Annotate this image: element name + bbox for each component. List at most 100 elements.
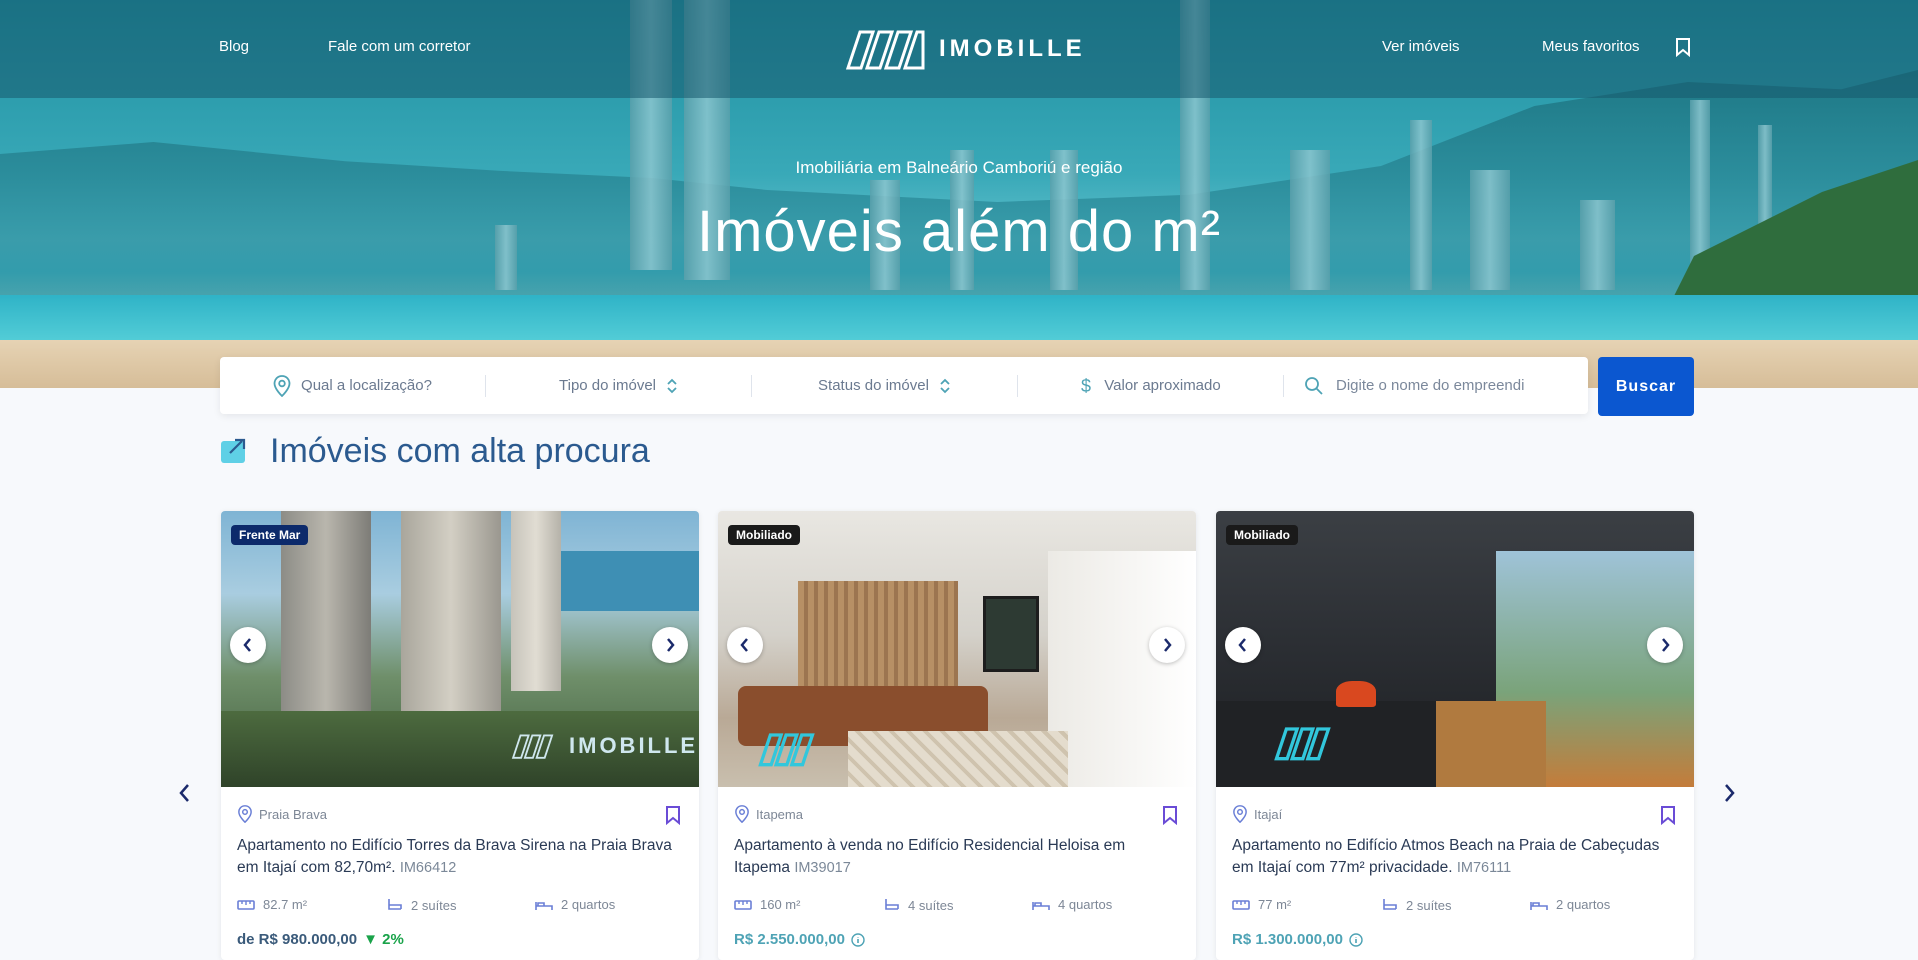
bathtub-icon bbox=[1383, 899, 1397, 910]
property-status-label: Status do imóvel bbox=[818, 377, 929, 394]
watermark: IMOBILLE bbox=[511, 733, 698, 759]
search-bar: Qual a localização? Tipo do imóvel Statu… bbox=[220, 357, 1588, 414]
trending-up-icon bbox=[221, 438, 246, 463]
approximate-value-label: Valor aproximado bbox=[1104, 377, 1221, 394]
development-name-input[interactable] bbox=[1334, 376, 1538, 395]
wood-counter bbox=[1436, 701, 1546, 787]
photo-prev-button[interactable] bbox=[727, 627, 763, 663]
hero-banner: Blog Fale com um corretor IMOBILLE Ver i… bbox=[0, 0, 1918, 388]
property-card[interactable]: Frente Mar IMOBILLE Praia Brava Apartame… bbox=[221, 511, 699, 960]
logo-text: IMOBILLE bbox=[939, 35, 1086, 62]
location-text: Praia Brava bbox=[259, 806, 327, 822]
sea bbox=[561, 551, 699, 611]
property-price: R$ 2.550.000,00 bbox=[734, 931, 865, 948]
chevron-right-icon bbox=[667, 638, 675, 652]
dollar-icon: $ bbox=[1081, 376, 1091, 396]
chevron-left-icon bbox=[243, 638, 251, 652]
chevron-right-icon[interactable] bbox=[1722, 778, 1738, 808]
location-pin-icon bbox=[273, 374, 291, 397]
property-title-text: Apartamento à venda no Edifício Residenc… bbox=[734, 837, 1126, 876]
chevron-left-icon bbox=[1238, 638, 1246, 652]
info-icon[interactable] bbox=[851, 932, 865, 947]
nav-blog[interactable]: Blog bbox=[219, 38, 249, 55]
property-title[interactable]: Apartamento no Edifício Atmos Beach na P… bbox=[1232, 835, 1672, 879]
property-photo[interactable]: Mobiliado bbox=[1216, 511, 1694, 787]
building bbox=[401, 511, 501, 741]
rooms-feature: 4 quartos bbox=[1032, 897, 1112, 912]
property-location: Itapema bbox=[734, 805, 803, 823]
search-icon bbox=[1305, 376, 1323, 395]
location-field[interactable]: Qual a localização? bbox=[220, 357, 485, 414]
property-code: IM66412 bbox=[399, 860, 457, 876]
shelf-wall bbox=[1048, 551, 1196, 787]
rooms-feature: 2 quartos bbox=[535, 897, 615, 912]
area-icon bbox=[1232, 899, 1250, 910]
rug bbox=[848, 731, 1068, 787]
suites-value: 2 suítes bbox=[1406, 897, 1452, 913]
bookmark-icon[interactable] bbox=[1660, 805, 1676, 825]
hero-title: Imóveis além do m² bbox=[696, 199, 1222, 264]
rooms-value: 2 quartos bbox=[561, 897, 616, 912]
property-code: IM39017 bbox=[794, 860, 851, 876]
chevron-left-icon bbox=[740, 638, 748, 652]
property-status-select[interactable]: Status do imóvel bbox=[752, 357, 1017, 414]
rooms-feature: 2 quartos bbox=[1530, 897, 1610, 912]
photo-next-button[interactable] bbox=[1647, 627, 1683, 663]
sort-icon bbox=[667, 378, 677, 393]
bookmark-icon[interactable] bbox=[1162, 805, 1178, 825]
area-value: 160 m² bbox=[760, 897, 801, 912]
area-icon bbox=[237, 899, 255, 910]
logo-mark-icon bbox=[758, 733, 815, 767]
suites-value: 2 suítes bbox=[411, 897, 457, 913]
property-card[interactable]: Mobiliado Itajaí Apartamento no Edifício… bbox=[1216, 511, 1694, 960]
hero-subtitle: Imobiliária em Balneário Camboriú e regi… bbox=[795, 158, 1123, 177]
property-type-label: Tipo do imóvel bbox=[559, 377, 656, 394]
location-text: Itajaí bbox=[1254, 806, 1283, 822]
property-photo[interactable]: Mobiliado bbox=[718, 511, 1196, 787]
property-price: de R$ 980.000,00 ▼ 2% bbox=[237, 931, 404, 948]
photo-prev-button[interactable] bbox=[1225, 627, 1261, 663]
property-photo[interactable]: Frente Mar IMOBILLE bbox=[221, 511, 699, 787]
property-title[interactable]: Apartamento no Edifício Torres da Brava … bbox=[237, 835, 677, 879]
logo[interactable]: IMOBILLE bbox=[845, 28, 1086, 70]
info-icon[interactable] bbox=[1349, 932, 1363, 947]
nav-favorites[interactable]: Meus favoritos bbox=[1542, 38, 1640, 55]
approximate-value-field[interactable]: $ Valor aproximado bbox=[1018, 357, 1283, 414]
location-placeholder: Qual a localização? bbox=[301, 377, 432, 394]
bed-icon bbox=[1032, 901, 1050, 910]
suites-value: 4 suítes bbox=[908, 897, 954, 913]
chevron-right-icon bbox=[1662, 638, 1670, 652]
chevron-left-icon[interactable] bbox=[176, 778, 192, 808]
property-card[interactable]: Mobiliado Itapema Apartamento à venda no… bbox=[718, 511, 1196, 960]
section-title: Imóveis com alta procura bbox=[270, 432, 650, 470]
suites-feature: 2 suítes bbox=[1382, 897, 1452, 913]
area-value: 77 m² bbox=[1258, 897, 1292, 912]
property-price: R$ 1.300.000,00 bbox=[1232, 931, 1363, 948]
price-value: R$ 1.300.000,00 bbox=[1232, 931, 1343, 948]
kettle bbox=[1336, 681, 1376, 707]
property-type-select[interactable]: Tipo do imóvel bbox=[486, 357, 751, 414]
nav-contact-broker[interactable]: Fale com um corretor bbox=[328, 38, 471, 55]
logo-mark-icon bbox=[1274, 727, 1331, 761]
watermark-text: IMOBILLE bbox=[569, 733, 699, 758]
property-badge: Frente Mar bbox=[231, 525, 309, 545]
property-location: Praia Brava bbox=[237, 805, 327, 823]
rooms-value: 2 quartos bbox=[1556, 897, 1611, 912]
nav-see-properties[interactable]: Ver imóveis bbox=[1382, 38, 1460, 55]
bed-icon bbox=[1530, 901, 1548, 910]
photo-next-button[interactable] bbox=[1149, 627, 1185, 663]
property-location: Itajaí bbox=[1232, 805, 1282, 823]
bookmark-icon[interactable] bbox=[1675, 37, 1691, 57]
photo-prev-button[interactable] bbox=[230, 627, 266, 663]
discount-badge: ▼ 2% bbox=[363, 931, 404, 948]
name-search-field bbox=[1284, 357, 1588, 414]
bed-icon bbox=[535, 901, 553, 910]
sort-icon bbox=[940, 378, 950, 393]
property-badge: Mobiliado bbox=[1226, 525, 1298, 545]
property-title-text: Apartamento no Edifício Atmos Beach na P… bbox=[1232, 837, 1660, 876]
bookmark-icon[interactable] bbox=[665, 805, 681, 825]
property-title[interactable]: Apartamento à venda no Edifício Residenc… bbox=[734, 835, 1174, 879]
logo-mark-icon bbox=[511, 734, 554, 759]
search-button[interactable]: Buscar bbox=[1598, 357, 1694, 416]
photo-next-button[interactable] bbox=[652, 627, 688, 663]
